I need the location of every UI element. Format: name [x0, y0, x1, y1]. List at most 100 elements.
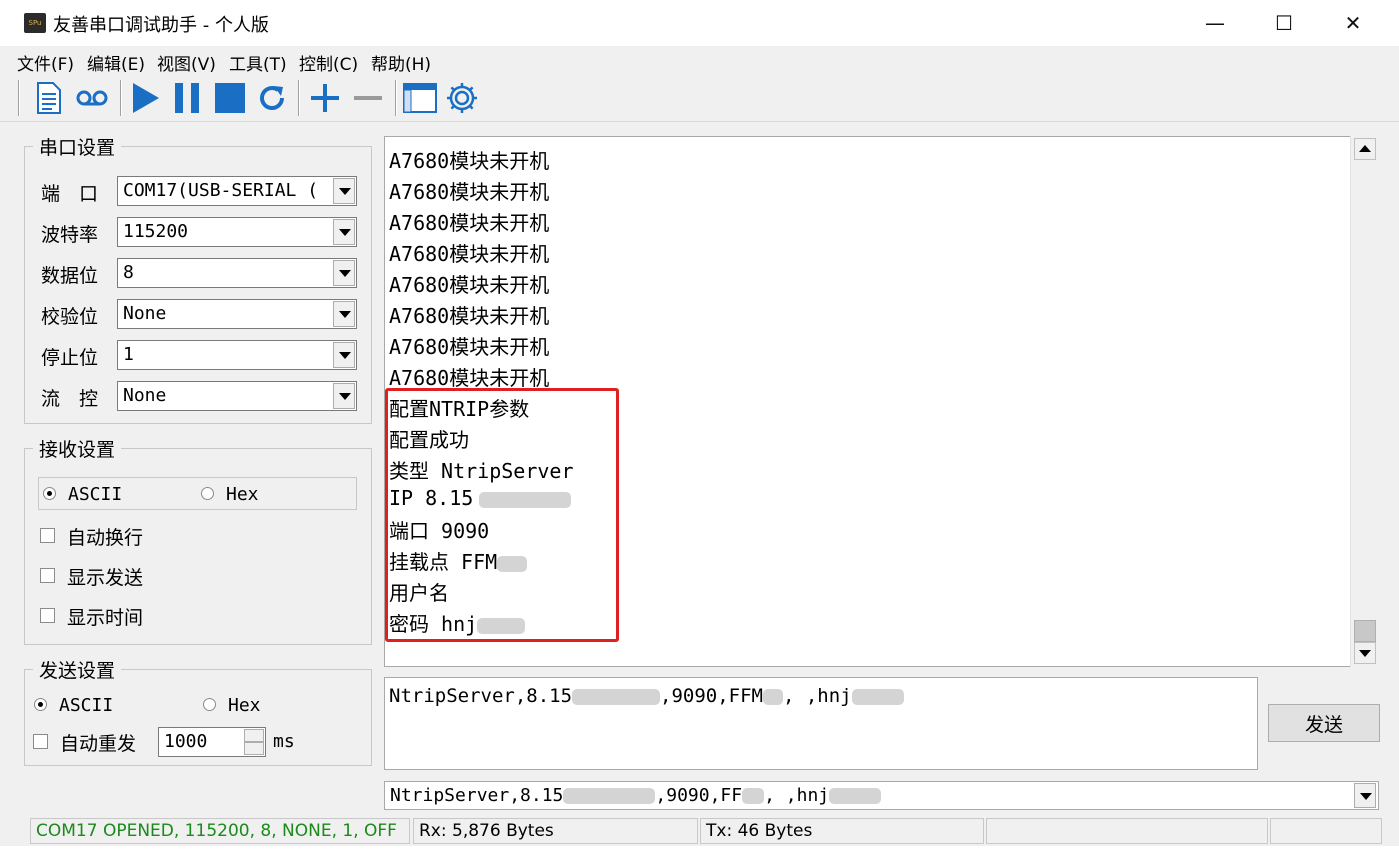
chevron-down-icon[interactable] [333, 383, 355, 409]
rx-line: A7680模块未开机 [389, 242, 550, 266]
databits-select[interactable]: 8 [117, 258, 357, 288]
close-button[interactable]: ✕ [1318, 0, 1388, 46]
app-icon: SPu [24, 13, 46, 33]
background-strip [0, 846, 1399, 856]
send-input[interactable]: NtripServer,8.15 ,9090,FFM , ,hnj [384, 677, 1258, 770]
port-select[interactable]: COM17(USB-SERIAL ( [117, 176, 357, 206]
stopbits-value: 1 [123, 344, 134, 365]
send-ascii-radio[interactable] [34, 698, 47, 711]
chevron-down-icon[interactable] [1354, 783, 1376, 808]
menu-help[interactable]: 帮助(H) [371, 50, 431, 75]
receive-ascii-label: ASCII [68, 484, 123, 505]
flow-label: 流 控 [41, 388, 99, 410]
toolbar-separator [395, 80, 397, 116]
databits-label: 数据位 [41, 265, 99, 287]
redacted-block [762, 688, 783, 705]
scroll-up-icon[interactable] [1354, 138, 1376, 160]
status-cell-empty [1270, 818, 1382, 844]
send-hex-radio[interactable] [203, 698, 216, 711]
receive-ascii-radio[interactable] [43, 487, 56, 500]
receive-scrollbar[interactable] [1350, 136, 1379, 667]
history-text-part: NtripServer,8.15 [390, 785, 564, 806]
interval-unit: ms [273, 731, 295, 752]
chevron-down-icon[interactable] [333, 301, 355, 327]
interval-spinner[interactable]: 1000 [158, 727, 266, 757]
minus-icon[interactable] [349, 80, 387, 116]
auto-wrap-checkbox[interactable] [40, 528, 55, 543]
serial-settings-title: 串口设置 [33, 133, 122, 160]
flow-select[interactable]: None [117, 381, 357, 411]
interval-value: 1000 [164, 731, 208, 752]
toolbar [0, 74, 1399, 122]
send-button[interactable]: 发送 [1268, 704, 1380, 742]
menu-control[interactable]: 控制(C) [299, 50, 358, 75]
redacted-block [851, 688, 904, 705]
rx-line: A7680模块未开机 [389, 180, 550, 204]
title-bar: SPu 友善串口调试助手 - 个人版 — ☐ ✕ [0, 0, 1399, 46]
rx-line: A7680模块未开机 [389, 273, 550, 297]
parity-value: None [123, 303, 167, 324]
menu-edit[interactable]: 编辑(E) [87, 50, 145, 75]
status-cell-empty [986, 818, 1268, 844]
rx-line: A7680模块未开机 [389, 366, 550, 390]
baud-value: 115200 [123, 221, 189, 242]
receive-settings-title: 接收设置 [33, 435, 122, 462]
auto-resend-checkbox[interactable] [33, 734, 48, 749]
spin-down-icon[interactable] [244, 742, 264, 755]
plus-icon[interactable] [306, 80, 344, 116]
status-bar: COM17 OPENED, 115200, 8, NONE, 1, OFF Rx… [0, 816, 1399, 846]
send-settings-title: 发送设置 [33, 656, 122, 683]
rx-line: A7680模块未开机 [389, 211, 550, 235]
port-status: COM17 OPENED, 115200, 8, NONE, 1, OFF [30, 818, 410, 844]
send-text-part: ,9090,FFM [660, 685, 763, 707]
send-text-part: , ,hnj [782, 685, 852, 707]
history-select[interactable]: NtripServer,8.15 ,9090,FF , ,hnj [384, 781, 1379, 810]
scroll-down-icon[interactable] [1354, 642, 1376, 664]
chevron-down-icon[interactable] [333, 178, 355, 204]
flow-value: None [123, 385, 167, 406]
maximize-button[interactable]: ☐ [1249, 0, 1319, 46]
redacted-block [829, 788, 882, 804]
chevron-down-icon[interactable] [333, 342, 355, 368]
receive-hex-radio[interactable] [201, 487, 214, 500]
baud-select[interactable]: 115200 [117, 217, 357, 247]
rx-line: A7680模块未开机 [389, 335, 550, 359]
port-label: 端 口 [41, 183, 99, 205]
databits-value: 8 [123, 262, 134, 283]
tx-count: Tx: 46 Bytes [700, 818, 984, 844]
send-text-part: NtripServer,8.15 [389, 685, 573, 707]
chevron-down-icon[interactable] [333, 219, 355, 245]
parity-label: 校验位 [41, 306, 99, 328]
menu-bar: 文件(F) 编辑(E) 视图(V) 工具(T) 控制(C) 帮助(H) [0, 46, 1399, 75]
parity-select[interactable]: None [117, 299, 357, 329]
play-icon[interactable] [126, 80, 164, 116]
spin-up-icon[interactable] [244, 729, 264, 742]
redacted-block [572, 688, 661, 705]
history-text-part: ,9090,FF [655, 785, 743, 806]
show-time-checkbox[interactable] [40, 608, 55, 623]
document-icon[interactable] [30, 80, 68, 116]
scroll-thumb[interactable] [1354, 620, 1376, 642]
menu-file[interactable]: 文件(F) [17, 50, 74, 75]
menu-tools[interactable]: 工具(T) [229, 50, 287, 75]
window-icon[interactable] [401, 80, 439, 116]
minimize-button[interactable]: — [1180, 0, 1250, 46]
window-title: 友善串口调试助手 - 个人版 [53, 15, 269, 36]
refresh-icon[interactable] [253, 80, 291, 116]
tape-icon[interactable] [73, 80, 111, 116]
pause-icon[interactable] [168, 80, 206, 116]
stopbits-label: 停止位 [41, 347, 99, 369]
show-send-label: 显示发送 [67, 567, 144, 589]
show-time-label: 显示时间 [67, 607, 144, 629]
highlight-box [385, 388, 619, 642]
show-send-checkbox[interactable] [40, 568, 55, 583]
menu-view[interactable]: 视图(V) [157, 50, 216, 75]
toolbar-separator [18, 80, 20, 116]
chevron-down-icon[interactable] [333, 260, 355, 286]
rx-count: Rx: 5,876 Bytes [413, 818, 698, 844]
stop-icon[interactable] [211, 80, 249, 116]
toolbar-separator [120, 80, 122, 116]
auto-resend-label: 自动重发 [60, 733, 137, 755]
gear-icon[interactable] [443, 80, 481, 116]
stopbits-select[interactable]: 1 [117, 340, 357, 370]
